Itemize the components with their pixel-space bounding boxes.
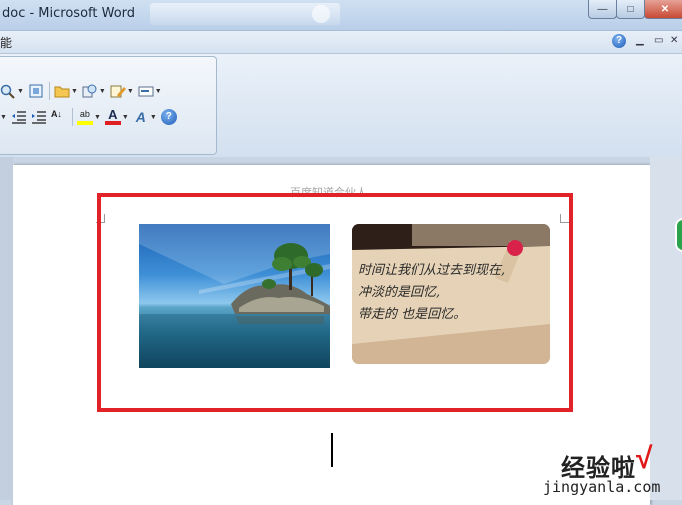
chevron-down-icon[interactable]: ▼ xyxy=(94,114,101,121)
close-button[interactable]: ✕ xyxy=(644,0,682,19)
help-icon[interactable]: ? xyxy=(612,34,626,48)
menu-bar: 能 ? ▁ ▭ ✕ xyxy=(0,31,682,54)
increase-indent-icon[interactable] xyxy=(31,109,47,125)
left-margin-shadow xyxy=(0,157,13,500)
font-color-icon[interactable]: A xyxy=(104,108,121,125)
toolbar-separator xyxy=(48,82,50,100)
doc-minimize-icon[interactable]: ▁ xyxy=(636,35,644,46)
chevron-down-icon[interactable]: ▼ xyxy=(127,88,134,95)
decrease-indent-icon[interactable] xyxy=(11,109,27,125)
textbox-icon[interactable] xyxy=(138,83,154,99)
faded-circle-icon xyxy=(312,5,330,23)
watermark-check-icon: √ xyxy=(636,442,653,475)
add-ins-toolbar: ▼ ▼ ▼ ▼ ▼ ▼ A↓ ab ▼ A ▼ A ▼ ? xyxy=(0,56,217,155)
ribbon-panel: ▼ ▼ ▼ ▼ ▼ ▼ A↓ ab ▼ A ▼ A ▼ ? xyxy=(0,54,682,157)
window-title: doc - Microsoft Word xyxy=(2,6,136,21)
toolbar-separator xyxy=(71,108,73,126)
chevron-down-icon[interactable]: ▼ xyxy=(155,88,162,95)
minimize-button[interactable]: — xyxy=(588,0,617,19)
help-icon[interactable]: ? xyxy=(160,109,177,125)
research-icon[interactable] xyxy=(82,83,98,99)
chevron-down-icon[interactable]: ▼ xyxy=(17,88,24,95)
chevron-down-icon[interactable]: ▼ xyxy=(122,114,129,121)
text-cursor xyxy=(331,433,333,467)
title-bar: doc - Microsoft Word — □ ✕ xyxy=(0,0,682,31)
selection-highlight-box xyxy=(97,193,573,412)
zoom-icon[interactable] xyxy=(0,83,16,99)
sort-icon[interactable]: A↓ xyxy=(51,109,67,125)
vertical-scrollbar[interactable] xyxy=(650,157,682,500)
highlight-icon[interactable]: ab xyxy=(76,109,93,125)
folder-icon[interactable] xyxy=(54,83,70,99)
chevron-down-icon[interactable]: ▼ xyxy=(150,114,157,121)
fit-page-icon[interactable] xyxy=(28,83,44,99)
doc-restore-button[interactable]: ▭ xyxy=(654,35,663,46)
toolbar-row-1: ▼ ▼ ▼ ▼ ▼ xyxy=(0,81,166,101)
side-tab-icon[interactable] xyxy=(675,218,682,252)
chevron-down-icon[interactable]: ▼ xyxy=(71,88,78,95)
chevron-down-icon[interactable]: ▼ xyxy=(99,88,106,95)
font-effects-icon[interactable]: A xyxy=(133,109,149,125)
toolbar-row-2: ▼ A↓ ab ▼ A ▼ A ▼ ? xyxy=(0,107,178,127)
menu-item-partial[interactable]: 能 xyxy=(0,34,12,51)
chevron-down-icon[interactable]: ▼ xyxy=(0,114,7,121)
doc-close-button[interactable]: ✕ xyxy=(670,35,678,46)
edit-icon[interactable] xyxy=(110,83,126,99)
maximize-button[interactable]: □ xyxy=(616,0,645,19)
watermark-url: jingyanla.com xyxy=(543,478,661,496)
